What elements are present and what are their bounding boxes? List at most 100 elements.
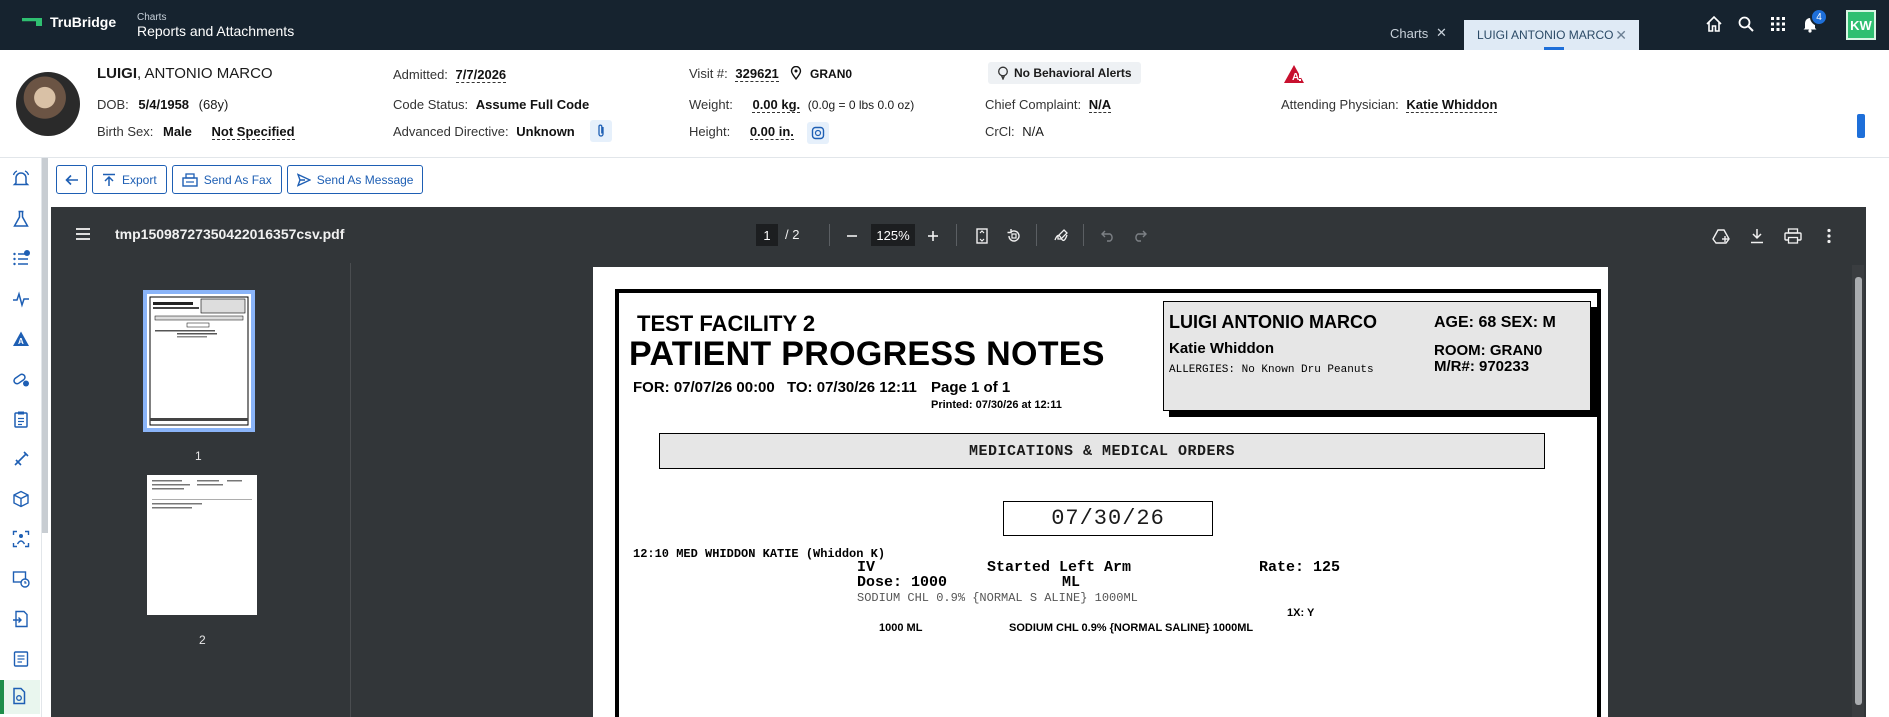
dob-value: 5/4/1958 [138,97,190,112]
doc-entry-header: 12:10 MED WHIDDON KATIE (Whiddon K) [633,547,886,561]
send-as-message-button[interactable]: Send As Message [286,165,424,194]
patient-first-name: , ANTONIO MARCO [137,65,273,82]
height-field: Height: 0.00 in. [689,124,794,140]
tab-patient[interactable]: LUIGI ANTONIO MARCO ✕ [1464,20,1639,50]
undo-icon[interactable] [1098,226,1118,246]
age-value: (68y) [198,97,229,112]
pdf-viewer: tmp15098727350422016357csv.pdf 1 / 2 125… [51,207,1866,717]
apps-grid-icon[interactable] [1768,14,1788,34]
scan-body-icon[interactable] [10,528,32,550]
doc-drug-line: SODIUM CHL 0.9% {NORMAL S ALINE} 1000ML [857,591,1138,605]
medications-pill-icon[interactable] [10,368,32,390]
doc-room: ROOM: GRAN0 [1434,342,1543,359]
rotate-icon[interactable] [1004,226,1024,246]
fax-icon [181,172,198,187]
advanced-directive-label: Advanced Directive: [393,124,509,139]
admitted-value[interactable]: 7/7/2026 [455,67,507,83]
toolbar-divider [956,224,957,246]
birth-sex-field: Birth Sex: Male Not Specified [97,124,295,140]
vitals-pulse-icon[interactable] [10,288,32,310]
zoom-out-icon[interactable] [842,226,862,246]
fit-page-icon[interactable] [972,226,992,246]
attachment-button[interactable] [590,120,612,142]
admitted-field: Admitted: 7/7/2026 [393,67,507,83]
user-avatar[interactable]: KW [1846,10,1876,40]
attending-physician-label: Attending Physician: [1281,97,1399,112]
notes-icon[interactable] [10,648,32,670]
alerts-bell-icon[interactable] [10,168,32,190]
thumbnail-page-2[interactable] [147,475,257,615]
document-import-icon[interactable] [10,608,32,630]
monitor-clock-icon[interactable] [10,568,32,590]
save-drive-icon[interactable] [1711,226,1731,246]
home-icon[interactable] [1704,14,1724,34]
more-options-icon[interactable] [1819,226,1839,246]
side-panel-handle[interactable] [1857,114,1865,138]
doc-patient-name: LUIGI ANTONIO MARCO [1169,312,1377,332]
weight-value[interactable]: 0.00 kg. [752,97,801,113]
location-pin-icon [790,65,802,83]
doc-title: PATIENT PROGRESS NOTES [629,335,1105,373]
doc-dose-unit: ML [1062,574,1081,591]
behavior-icon [998,66,1008,80]
tab-patient-close-icon[interactable]: ✕ [1615,27,1627,44]
page-total: / 2 [785,227,800,242]
doc-frequency: 1X: Y [1287,607,1315,619]
allergy-triangle-icon[interactable]: A [10,328,32,350]
send-as-fax-label: Send As Fax [203,172,272,187]
lab-flask-icon[interactable] [10,208,32,230]
birth-sex-value: Male [162,124,192,139]
measure-button[interactable] [807,122,829,144]
download-icon[interactable] [1747,226,1767,246]
svg-text:A: A [18,337,24,346]
patient-banner: LUIGI, ANTONIO MARCO DOB: 5/4/1958 (68y)… [0,50,1889,158]
left-rail-scrollbar[interactable] [42,158,48,533]
package-icon[interactable] [10,488,32,510]
print-icon[interactable] [1783,226,1803,246]
export-button[interactable]: Export [92,165,167,194]
document-scrollbar-thumb[interactable] [1855,277,1862,705]
toolbar-divider [1083,224,1084,246]
left-nav-rail: A [0,158,42,717]
orders-list-icon[interactable] [10,248,32,270]
doc-physician: Katie Whiddon [1169,340,1274,357]
breadcrumb[interactable]: Charts [137,12,294,23]
chief-complaint-value[interactable]: N/A [1088,97,1112,113]
send-as-fax-button[interactable]: Send As Fax [171,165,282,194]
chief-complaint-label: Chief Complaint: [985,97,1082,112]
document-scrollbar[interactable] [1852,265,1864,717]
gender-identity-link[interactable]: Not Specified [211,124,295,140]
brand-logo[interactable]: TruBridge [22,14,116,30]
doc-date-box: 07/30/26 [1003,501,1213,536]
tab-charts[interactable]: Charts [1390,26,1428,41]
code-status-value: Assume Full Code [475,97,590,112]
code-status-label: Code Status: [393,97,469,112]
injection-icon[interactable] [10,448,32,470]
thumbnail-sidebar: 1 2 [51,263,351,717]
notification-count-badge: 4 [1810,8,1828,26]
doc-mr-number: M/R#: 970233 [1434,358,1530,375]
tab-charts-close-icon[interactable]: ✕ [1436,25,1447,41]
height-value[interactable]: 0.00 in. [749,124,794,140]
visit-number[interactable]: 329621 [735,66,779,82]
redo-icon[interactable] [1130,226,1150,246]
admitted-label: Admitted: [393,67,448,82]
zoom-level-input[interactable]: 125% [871,224,915,246]
annotate-pen-icon[interactable] [1051,226,1071,246]
allergy-alert-icon[interactable]: A [1283,64,1305,84]
pdf-filename: tmp15098727350422016357csv.pdf [115,226,345,242]
dob-label: DOB: [97,97,129,112]
clipboard-icon[interactable] [10,408,32,430]
back-button[interactable] [56,165,87,194]
page-title: Reports and Attachments [137,23,295,39]
zoom-in-icon[interactable] [923,226,943,246]
page-number-input[interactable]: 1 [756,224,778,246]
search-icon[interactable] [1736,14,1756,34]
behavioral-alerts-badge[interactable]: No Behavioral Alerts [988,62,1141,84]
brand-name: TruBridge [50,14,117,30]
sidebar-item-reports[interactable] [0,680,40,714]
attending-physician-value[interactable]: Katie Whiddon [1406,97,1498,113]
reports-document-icon [10,687,28,710]
menu-hamburger-icon[interactable] [75,227,91,244]
thumbnail-page-1[interactable] [143,290,255,432]
